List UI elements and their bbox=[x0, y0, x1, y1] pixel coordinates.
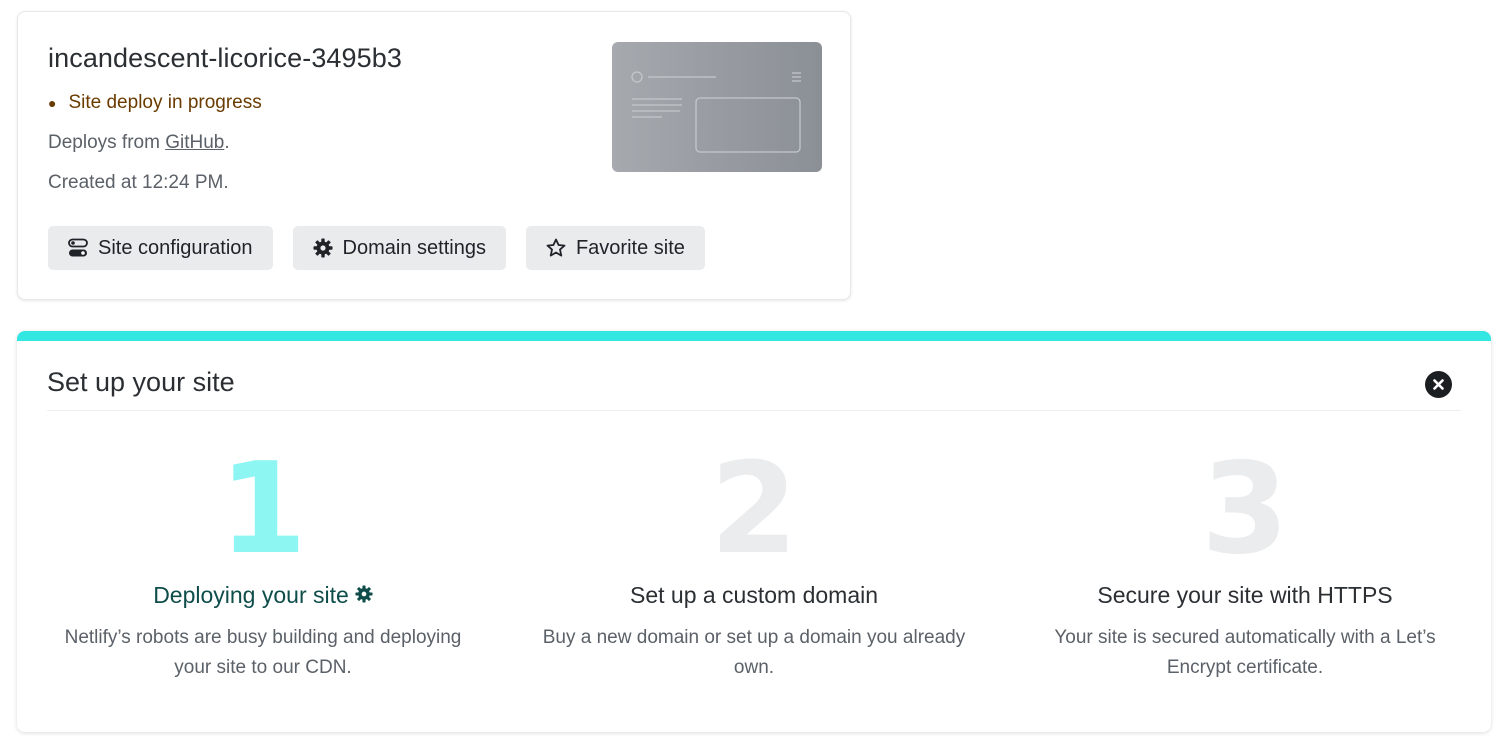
step-1-description: Netlify’s robots are busy building and d… bbox=[64, 627, 462, 678]
gear-spinner-icon bbox=[355, 582, 373, 609]
star-icon bbox=[546, 238, 566, 258]
domain-settings-label: Domain settings bbox=[342, 236, 486, 259]
favorite-site-label: Favorite site bbox=[575, 236, 685, 259]
site-preview-thumbnail[interactable] bbox=[612, 42, 822, 172]
favorite-site-button[interactable]: Favorite site bbox=[525, 226, 705, 270]
setup-step-1: 1 Deploying your site Netlify’s robots a… bbox=[23, 441, 503, 683]
status-dot-icon: ● bbox=[48, 95, 57, 111]
domain-settings-button[interactable]: Domain settings bbox=[292, 226, 506, 270]
step-1-title: Deploying your site bbox=[153, 582, 349, 608]
step-2-title: Set up a custom domain bbox=[629, 582, 879, 608]
setup-step-2: 2 Set up a custom domain Buy a new domai… bbox=[514, 441, 994, 683]
step-3-number: 3 bbox=[1201, 435, 1289, 582]
setup-panel: Set up your site 1 Deploying your site N… bbox=[17, 331, 1491, 732]
close-icon[interactable] bbox=[1425, 371, 1452, 398]
site-name: incandescent-licorice-3495b3 bbox=[48, 43, 403, 73]
step-1-title-row: Deploying your site bbox=[23, 582, 503, 609]
site-configuration-label: Site configuration bbox=[98, 236, 253, 259]
deploys-from-suffix: . bbox=[224, 132, 230, 153]
github-link[interactable]: GitHub bbox=[165, 132, 224, 153]
site-actions: Site configuration Domain settings Favor… bbox=[48, 226, 705, 270]
deploys-from-label: Deploys from bbox=[48, 132, 166, 153]
deploy-status: ● Site deploy in progress bbox=[48, 92, 262, 114]
step-1-number: 1 bbox=[219, 435, 307, 582]
step-2-description: Buy a new domain or set up a domain you … bbox=[542, 627, 966, 678]
site-configuration-button[interactable]: Site configuration bbox=[48, 226, 273, 270]
toggles-icon bbox=[68, 238, 88, 258]
step-3-title: Secure your site with HTTPS bbox=[1097, 582, 1393, 608]
site-preview-illustration bbox=[631, 71, 801, 153]
step-3-description: Your site is secured automatically with … bbox=[1054, 627, 1436, 678]
setup-step-3: 3 Secure your site with HTTPS Your site … bbox=[1005, 441, 1485, 683]
setup-accent-bar bbox=[17, 331, 1491, 341]
setup-title: Set up your site bbox=[47, 367, 235, 397]
step-2-number: 2 bbox=[710, 435, 798, 582]
created-at: Created at 12:24 PM. bbox=[48, 172, 229, 193]
site-overview-card: incandescent-licorice-3495b3 ● Site depl… bbox=[17, 11, 851, 300]
deploy-status-text: Site deploy in progress bbox=[68, 92, 262, 113]
gear-icon bbox=[313, 238, 333, 258]
setup-divider bbox=[47, 410, 1461, 411]
deploys-from: Deploys from GitHub. bbox=[48, 132, 230, 154]
